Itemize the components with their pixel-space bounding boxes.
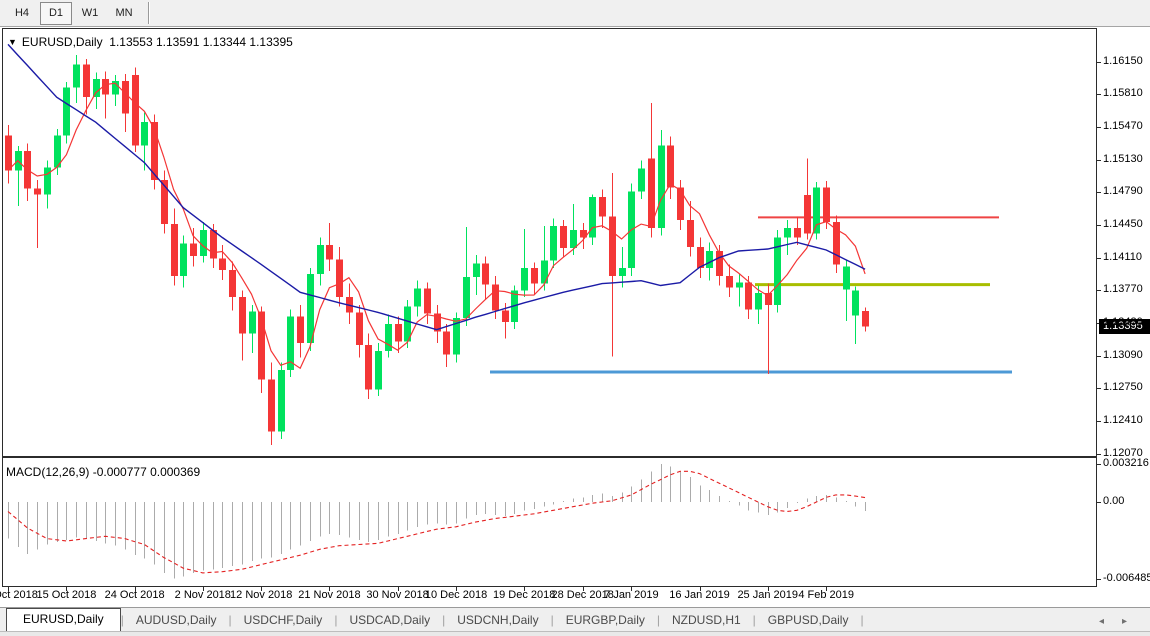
chart-symbol-label: EURUSD,Daily — [22, 35, 103, 49]
price-axis-label: 1.14450 — [1103, 218, 1143, 230]
timeframe-button-mn[interactable]: MN — [108, 2, 140, 25]
candlestick-series — [5, 55, 869, 445]
macd-axis-label: 0.003216 — [1103, 457, 1149, 469]
chart-tab-audusd-daily[interactable]: AUDUSD,Daily — [124, 610, 229, 631]
date-axis-label: 12 Nov 2018 — [224, 589, 298, 601]
chart-tab-eurusd-daily[interactable]: EURUSD,Daily — [6, 608, 121, 631]
price-axis-label: 1.14110 — [1103, 251, 1142, 263]
price-axis-label: 1.12410 — [1103, 414, 1143, 426]
timeframe-button-d1[interactable]: D1 — [40, 2, 72, 25]
macd-axis-label: -0.006485 — [1103, 572, 1150, 584]
timeframe-toolbar: H4D1W1MN — [0, 0, 1150, 27]
toolbar-separator — [148, 2, 150, 24]
tabs-scroll-left-icon[interactable]: ◂ — [1090, 616, 1113, 627]
mt4-chart-window: H4D1W1MN ▼ EURUSD,Daily 1.13553 1.13591 1… — [0, 0, 1150, 636]
date-axis-label: 4 Feb 2019 — [789, 589, 863, 601]
chart-tab-nzdusd-h1[interactable]: NZDUSD,H1 — [660, 610, 753, 631]
chart-tab-usdchf-daily[interactable]: USDCHF,Daily — [232, 610, 335, 631]
chart-tab-usdcnh-daily[interactable]: USDCNH,Daily — [445, 610, 550, 631]
date-axis-label: 15 Oct 2018 — [29, 589, 103, 601]
axis-ticks — [9, 63, 1102, 592]
price-axis-label: 1.12750 — [1103, 381, 1143, 393]
chart-ohlc-values: 1.13553 1.13591 1.13344 1.13395 — [109, 35, 293, 49]
chart-tab-usdcad-daily[interactable]: USDCAD,Daily — [337, 610, 442, 631]
chart-canvas[interactable] — [0, 28, 1150, 607]
chart-tab-eurgbp-daily[interactable]: EURGBP,Daily — [554, 610, 657, 631]
price-axis-label: 1.15130 — [1103, 153, 1143, 165]
date-axis-label: 16 Jan 2019 — [663, 589, 737, 601]
chart-tab-gbpusd-daily[interactable]: GBPUSD,Daily — [756, 610, 861, 631]
chart-symbol-header: ▼ EURUSD,Daily 1.13553 1.13591 1.13344 1.… — [8, 35, 293, 49]
date-axis-label: 10 Dec 2018 — [419, 589, 493, 601]
chart-region[interactable]: ▼ EURUSD,Daily 1.13553 1.13591 1.13344 1.… — [0, 28, 1150, 607]
price-axis-label: 1.14790 — [1103, 185, 1143, 197]
tab-separator: | — [860, 613, 863, 631]
macd-signal-line — [8, 471, 865, 573]
price-axis-label: 1.15810 — [1103, 87, 1143, 99]
price-axis-label: 1.13770 — [1103, 283, 1143, 295]
macd-axis-label: 0.00 — [1103, 495, 1124, 507]
timeframe-button-h4[interactable]: H4 — [6, 2, 38, 25]
tab-scroll-arrows: ◂▸ — [1090, 616, 1136, 631]
macd-indicator-header: MACD(12,26,9) -0.000777 0.000369 — [6, 465, 200, 479]
price-axis-label: 1.15470 — [1103, 120, 1143, 132]
collapse-indicator-icon[interactable]: ▼ — [8, 37, 17, 47]
price-axis-label: 1.13430 — [1103, 316, 1143, 328]
price-axis-label: 1.16150 — [1103, 55, 1143, 67]
chart-tab-bar: EURUSD,Daily|AUDUSD,Daily|USDCHF,Daily|U… — [0, 607, 1150, 631]
date-axis-label: 21 Nov 2018 — [292, 589, 366, 601]
price-axis-label: 1.13090 — [1103, 349, 1143, 361]
tabs-scroll-right-icon[interactable]: ▸ — [1113, 616, 1136, 627]
date-axis-label: 7 Jan 2019 — [594, 589, 668, 601]
macd-histogram — [9, 464, 866, 578]
date-axis-label: 24 Oct 2018 — [98, 589, 172, 601]
timeframe-button-w1[interactable]: W1 — [74, 2, 106, 25]
chart-pane-border — [3, 29, 1097, 457]
window-bottom-strip — [0, 631, 1150, 636]
